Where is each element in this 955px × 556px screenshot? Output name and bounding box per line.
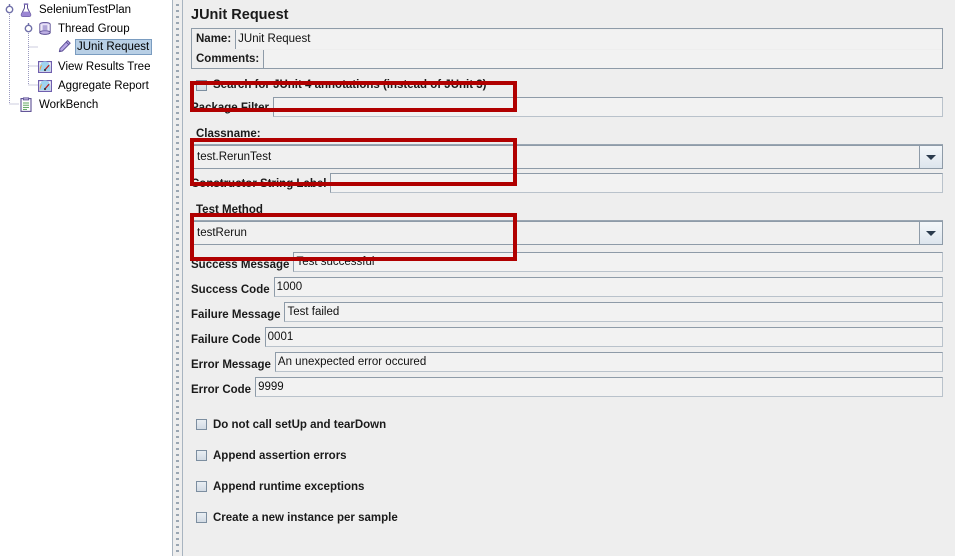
classname-combobox[interactable]: test.RerunTest (191, 145, 943, 169)
package-filter-row: Package Filter (191, 97, 943, 119)
success-code-input[interactable]: 1000 (273, 277, 943, 297)
junit4-annotations-checkbox[interactable] (196, 79, 207, 91)
package-filter-label: Package Filter (191, 102, 269, 114)
tree-node-workbench[interactable]: WorkBench (18, 96, 101, 114)
constructor-string-label-row: Constructor String Label (191, 173, 943, 195)
append-assertion-errors-checkbox[interactable] (196, 450, 207, 461)
splitter-grip-dots (176, 4, 179, 552)
append-assertion-errors-label: Append assertion errors (213, 449, 347, 462)
package-filter-input[interactable] (272, 97, 943, 117)
chevron-down-icon (926, 230, 936, 236)
test-method-value: testRerun (192, 222, 919, 244)
test-method-dropdown-button[interactable] (919, 222, 942, 244)
tree-node-label: JUnit Request (75, 39, 153, 55)
classname-label: Classname: (191, 124, 943, 145)
junit4-annotations-label: Search for JUnit 4 annotations (instead … (213, 79, 487, 91)
junit4-annotations-row[interactable]: Search for JUnit 4 annotations (instead … (183, 73, 955, 97)
comments-row: Comments: (191, 49, 943, 69)
junit-request-config-panel: JUnit Request Name: JUnit Request Commen… (183, 0, 955, 556)
no-setup-teardown-label: Do not call setUp and tearDown (213, 418, 387, 431)
test-plan-tree[interactable]: SeleniumTestPlan Thread Group JUnit Requ… (0, 0, 172, 556)
success-code-label: Success Code (191, 283, 270, 296)
tree-node-junit-request[interactable]: JUnit Request (56, 38, 153, 56)
listener-gauge-icon (37, 78, 53, 94)
error-message-row: Error Message An unexpected error occure… (191, 352, 943, 377)
tree-node-label: View Results Tree (58, 61, 151, 73)
failure-message-input[interactable]: Test failed (284, 302, 943, 322)
tree-node-aggregate-report[interactable]: Aggregate Report (37, 77, 152, 95)
constructor-string-label: Constructor String Label (191, 178, 327, 190)
error-message-label: Error Message (191, 358, 271, 371)
classname-value: test.RerunTest (192, 146, 919, 168)
chevron-down-icon (926, 154, 936, 160)
success-message-input[interactable]: Test successful (293, 252, 943, 272)
failure-code-row: Failure Code 0001 (191, 327, 943, 352)
success-code-row: Success Code 1000 (191, 277, 943, 302)
name-input[interactable]: JUnit Request (235, 29, 942, 49)
failure-message-label: Failure Message (191, 308, 281, 321)
append-runtime-exceptions-checkbox[interactable] (196, 481, 207, 492)
name-label: Name: (196, 33, 232, 45)
error-code-label: Error Code (191, 383, 252, 396)
success-message-row: Success Message Test successful (191, 252, 943, 277)
tree-node-thread-group[interactable]: Thread Group (37, 20, 133, 38)
workbench-icon (18, 97, 34, 113)
new-instance-per-sample-row[interactable]: Create a new instance per sample (183, 502, 955, 533)
tree-node-label: Thread Group (58, 23, 130, 35)
error-code-input[interactable]: 9999 (255, 377, 943, 397)
listener-gauge-icon (37, 59, 53, 75)
append-assertion-errors-row[interactable]: Append assertion errors (183, 440, 955, 471)
comments-label: Comments: (196, 52, 260, 65)
no-setup-teardown-checkbox[interactable] (196, 419, 207, 430)
test-method-label: Test Method (191, 200, 943, 221)
new-instance-per-sample-checkbox[interactable] (196, 512, 207, 523)
flask-icon (18, 2, 34, 18)
tree-node-seleniumtestplan[interactable]: SeleniumTestPlan (18, 1, 134, 19)
comments-input[interactable] (263, 49, 942, 68)
panel-splitter[interactable] (172, 0, 183, 556)
error-code-row: Error Code 9999 (191, 377, 943, 402)
failure-message-row: Failure Message Test failed (191, 302, 943, 327)
error-message-input[interactable]: An unexpected error occured (274, 352, 943, 372)
failure-code-label: Failure Code (191, 333, 261, 346)
new-instance-per-sample-label: Create a new instance per sample (213, 511, 398, 524)
tree-node-label: Aggregate Report (58, 80, 149, 92)
tree-node-view-results-tree[interactable]: View Results Tree (37, 58, 153, 76)
append-runtime-exceptions-label: Append runtime exceptions (213, 480, 365, 493)
failure-code-input[interactable]: 0001 (264, 327, 943, 347)
constructor-string-input[interactable] (330, 173, 943, 193)
thread-group-icon (37, 21, 53, 37)
classname-combo-row[interactable]: test.RerunTest (191, 145, 943, 169)
no-setup-teardown-row[interactable]: Do not call setUp and tearDown (183, 409, 955, 440)
test-method-combobox[interactable]: testRerun (191, 221, 943, 245)
tree-node-label: SeleniumTestPlan (39, 4, 132, 16)
name-row: Name: JUnit Request (191, 28, 943, 49)
test-method-combo-row[interactable]: testRerun (191, 221, 943, 245)
jmeter-window: SeleniumTestPlan Thread Group JUnit Requ… (0, 0, 955, 556)
junit-sampler-icon (56, 39, 72, 55)
append-runtime-exceptions-row[interactable]: Append runtime exceptions (183, 471, 955, 502)
page-title: JUnit Request (191, 7, 289, 23)
success-message-label: Success Message (191, 258, 290, 271)
tree-node-label: WorkBench (39, 99, 99, 111)
classname-dropdown-button[interactable] (919, 146, 942, 168)
